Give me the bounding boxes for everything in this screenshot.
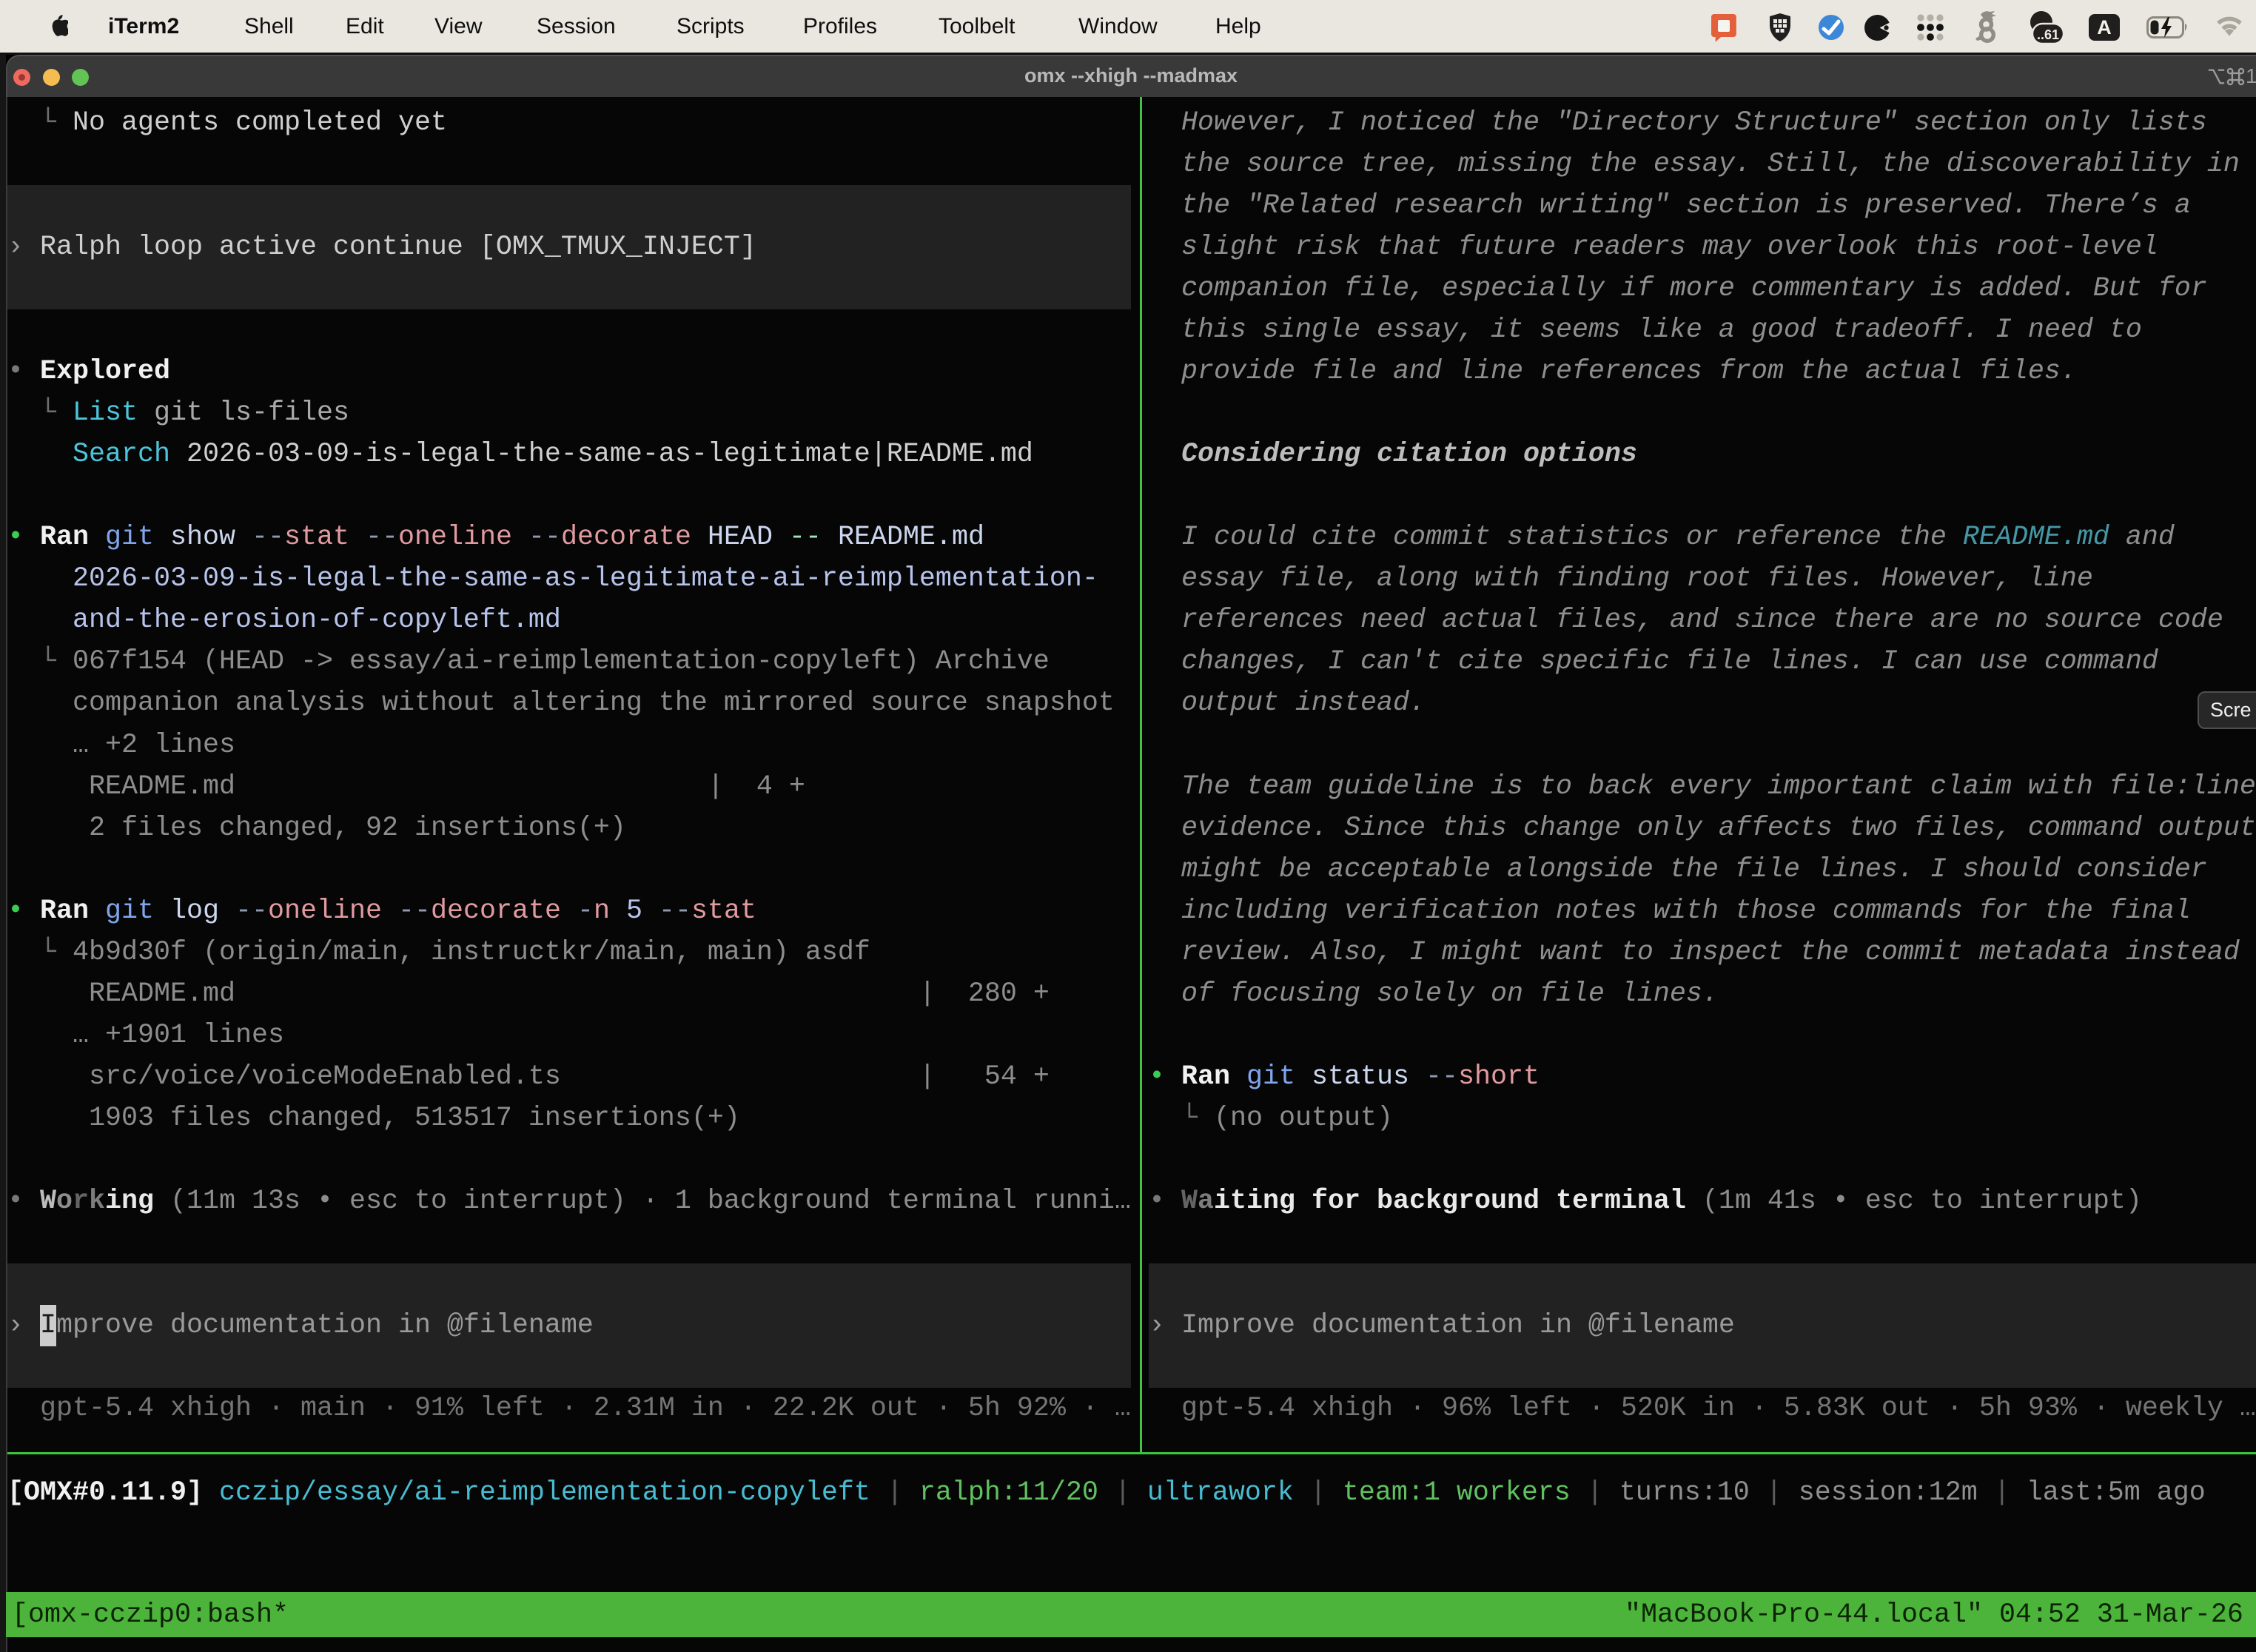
svg-text:..61: ..61 <box>2037 27 2059 42</box>
